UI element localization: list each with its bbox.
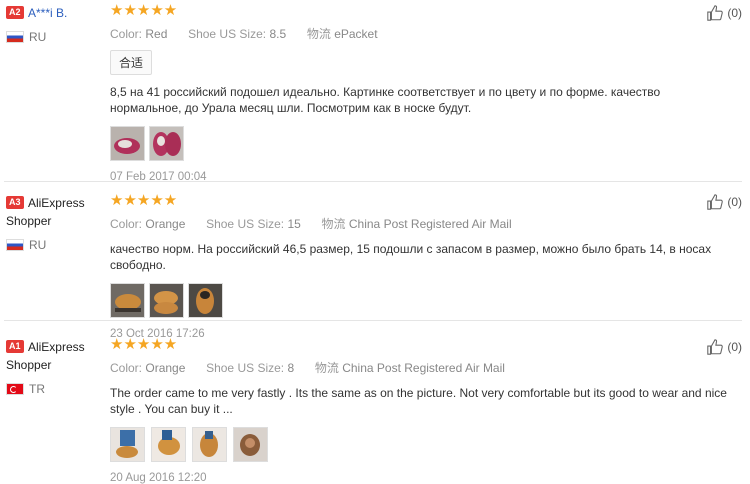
like-button[interactable]: (0) xyxy=(706,338,742,356)
order-attributes: Color: Red Shoe US Size: 8.5 物流 ePacket xyxy=(110,25,730,42)
size-value: 8.5 xyxy=(269,27,287,41)
review-photo-thumbnail[interactable] xyxy=(188,283,223,318)
review-photos xyxy=(110,427,730,462)
size-value: 8 xyxy=(287,361,295,375)
reviews-list: A2 A***i B. RU ★★★★★ Color: Red Shoe US … xyxy=(0,0,750,484)
color-value: Orange xyxy=(145,217,186,231)
review-photo-thumbnail[interactable] xyxy=(192,427,227,462)
thumbs-up-icon xyxy=(707,339,724,355)
star-rating: ★★★★★ xyxy=(110,192,178,209)
shipping-value: China Post Registered Air Mail xyxy=(348,217,512,231)
review-text: качество норм. На российский 46,5 размер… xyxy=(110,242,712,272)
color-label: Color: xyxy=(110,217,143,231)
buyer-level-badge: A3 xyxy=(6,196,24,210)
russia-flag-icon xyxy=(6,31,24,43)
shipping-value: China Post Registered Air Mail xyxy=(342,361,505,375)
reviewer-info: A3 AliExpress Shopper RU xyxy=(6,194,101,252)
thumbs-up-icon xyxy=(707,5,724,21)
order-attributes: Color: Orange Shoe US Size: 8 物流 China P… xyxy=(110,359,730,376)
review-photo-thumbnail[interactable] xyxy=(151,427,186,462)
like-button[interactable]: (0) xyxy=(706,4,742,22)
review-text: The order came to me very fastly . Its t… xyxy=(110,386,727,416)
color-value: Red xyxy=(145,27,168,41)
review-item: A2 A***i B. RU ★★★★★ Color: Red Shoe US … xyxy=(0,0,750,183)
divider xyxy=(4,181,742,182)
shipping-value: ePacket xyxy=(334,27,378,41)
review-photo-thumbnail[interactable] xyxy=(149,126,184,161)
review-item: A3 AliExpress Shopper RU ★★★★★ Color: Or… xyxy=(0,183,750,340)
country-code: RU xyxy=(29,30,47,44)
order-attributes: Color: Orange Shoe US Size: 15 物流 China … xyxy=(110,215,730,232)
color-value: Orange xyxy=(145,361,186,375)
review-photos xyxy=(110,283,730,318)
russia-flag-icon xyxy=(6,239,24,251)
review-photos xyxy=(110,126,730,161)
review-photo-thumbnail[interactable] xyxy=(110,283,145,318)
shipping-label: 物流 xyxy=(306,27,331,41)
review-photo-thumbnail[interactable] xyxy=(110,427,145,462)
thumbs-up-icon xyxy=(707,194,724,210)
like-count: (0) xyxy=(727,340,742,354)
size-label: Shoe US Size: xyxy=(206,217,285,231)
size-label: Shoe US Size: xyxy=(188,27,267,41)
like-count: (0) xyxy=(727,6,742,20)
reviewer-country: RU xyxy=(6,30,101,44)
divider xyxy=(4,320,742,321)
star-rating: ★★★★★ xyxy=(110,2,178,19)
turkey-flag-icon xyxy=(6,383,24,395)
reviewer-info: A1 AliExpress Shopper TR xyxy=(6,338,101,396)
review-photo-thumbnail[interactable] xyxy=(110,126,145,161)
buyer-level-badge: A2 xyxy=(6,6,24,20)
review-content: ★★★★★ Color: Red Shoe US Size: 8.5 物流 eP… xyxy=(110,3,730,183)
reviewer-country: RU xyxy=(6,238,101,252)
color-label: Color: xyxy=(110,361,143,375)
reviewer-info: A2 A***i B. RU xyxy=(6,4,101,44)
size-label: Shoe US Size: xyxy=(206,361,285,375)
reviewer-name[interactable]: A***i B. xyxy=(28,6,67,20)
review-tag: 合适 xyxy=(110,50,153,75)
like-count: (0) xyxy=(727,195,742,209)
review-content: ★★★★★ Color: Orange Shoe US Size: 8 物流 C… xyxy=(110,337,730,484)
review-photo-thumbnail[interactable] xyxy=(149,283,184,318)
shipping-label: 物流 xyxy=(321,217,346,231)
review-content: ★★★★★ Color: Orange Shoe US Size: 15 物流 … xyxy=(110,193,730,340)
country-code: RU xyxy=(29,238,47,252)
shipping-label: 物流 xyxy=(314,361,339,375)
reviewer-country: TR xyxy=(6,382,101,396)
review-text: 8,5 на 41 российский подошел идеально. К… xyxy=(110,85,661,115)
country-code: TR xyxy=(29,382,45,396)
like-button[interactable]: (0) xyxy=(706,193,742,211)
size-value: 15 xyxy=(287,217,301,231)
review-date: 20 Aug 2016 12:20 xyxy=(110,472,207,484)
review-item: A1 AliExpress Shopper TR ★★★★★ Color: Or… xyxy=(0,322,750,484)
color-label: Color: xyxy=(110,27,143,41)
buyer-level-badge: A1 xyxy=(6,340,24,354)
review-photo-thumbnail[interactable] xyxy=(233,427,268,462)
star-rating: ★★★★★ xyxy=(110,336,178,353)
